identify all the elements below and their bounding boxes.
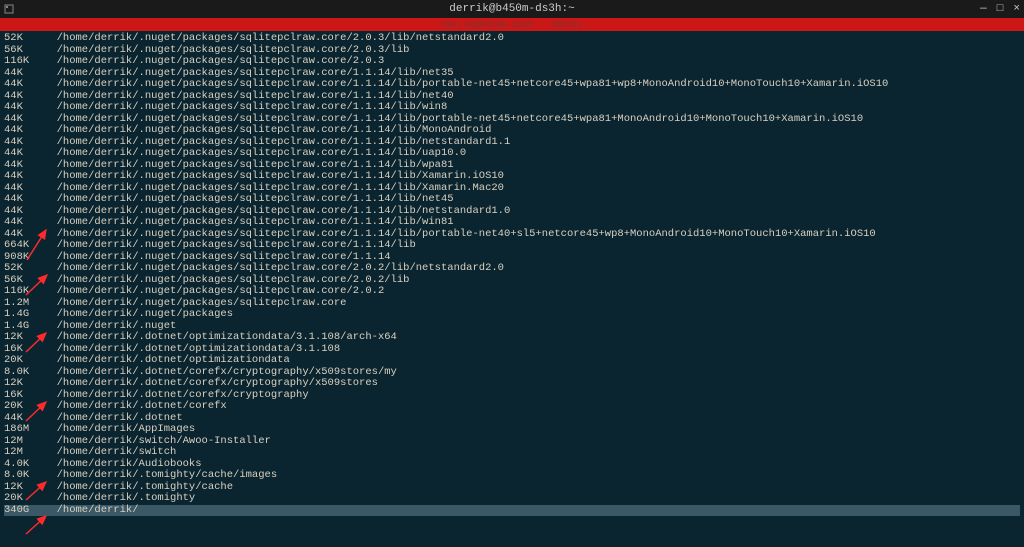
file-path: /home/derrik/.dotnet/corefx/cryptography… [44,366,397,378]
terminal-line: 20K /home/derrik/.tomighty [4,493,1020,505]
file-path: /home/derrik/.nuget/packages/sqlitepclra… [44,44,409,56]
titlebar-left [4,4,14,14]
file-path: /home/derrik/.nuget/packages/sqlitepclra… [44,101,447,113]
disk-size: 20K [4,355,44,367]
window-controls: — □ × [980,3,1020,15]
file-path: /home/derrik/.nuget/packages/sqlitepclra… [44,216,454,228]
disk-size: 12K [4,332,44,344]
disk-size: 116K [4,56,44,68]
terminal-line: 340G /home/derrik/ [4,505,1020,517]
terminal-output[interactable]: 52K /home/derrik/.nuget/packages/sqlitep… [0,31,1024,518]
disk-size: 116K [4,286,44,298]
tmux-status-text: derrik@b450m-ds3h - 190x51 [442,20,582,30]
file-path: /home/derrik/.dotnet/optimizationdata [44,354,290,366]
file-path: /home/derrik/.nuget/packages/sqlitepclra… [44,182,504,194]
file-path: /home/derrik/.nuget/packages/sqlitepclra… [44,55,384,67]
window-title: derrik@b450m-ds3h:~ [449,3,574,15]
file-path: /home/derrik/.nuget/packages/sqlitepclra… [44,274,409,286]
file-path: /home/derrik/.nuget/packages/sqlitepclra… [44,147,466,159]
file-path: /home/derrik/.nuget/packages/sqlitepclra… [44,124,491,136]
file-path: /home/derrik/.dotnet/corefx/cryptography [44,389,309,401]
disk-size: 12K [4,378,44,390]
file-path: /home/derrik/.tomighty/cache/images [44,469,277,481]
file-path: /home/derrik/.nuget/packages/sqlitepclra… [44,78,888,90]
disk-size: 44K [4,217,44,229]
file-path: /home/derrik/.nuget/packages/sqlitepclra… [44,170,504,182]
disk-size: 52K [4,263,44,275]
tmux-status-bar: derrik@b450m-ds3h - 190x51 [0,18,1024,31]
file-path: /home/derrik/ [44,504,139,516]
disk-size: 44K [4,171,44,183]
file-path: /home/derrik/.nuget/packages/sqlitepclra… [44,113,863,125]
disk-size: 52K [4,33,44,45]
file-path: /home/derrik/.nuget/packages [44,308,233,320]
maximize-button[interactable]: □ [997,3,1004,15]
disk-size: 44K [4,125,44,137]
disk-size: 44K [4,79,44,91]
close-button[interactable]: × [1013,3,1020,15]
disk-size: 8.0K [4,470,44,482]
annotation-arrow [26,516,46,534]
file-path: /home/derrik/.nuget/packages/sqlitepclra… [44,32,504,44]
file-path: /home/derrik/switch [44,446,176,458]
disk-size: 44K [4,194,44,206]
disk-size: 20K [4,401,44,413]
file-path: /home/derrik/switch/Awoo-Installer [44,435,271,447]
file-path: /home/derrik/.nuget/packages/sqlitepclra… [44,90,454,102]
minimize-button[interactable]: — [980,3,987,15]
file-path: /home/derrik/.nuget/packages/sqlitepclra… [44,136,510,148]
file-path: /home/derrik/.nuget/packages/sqlitepclra… [44,205,510,217]
file-path: /home/derrik/.nuget/packages/sqlitepclra… [44,193,454,205]
file-path: /home/derrik/.tomighty [44,492,195,504]
file-path: /home/derrik/.nuget/packages/sqlitepclra… [44,285,384,297]
file-path: /home/derrik/.tomighty/cache [44,481,233,493]
file-path: /home/derrik/.nuget/packages/sqlitepclra… [44,67,454,79]
disk-size: 44K [4,148,44,160]
window-titlebar: derrik@b450m-ds3h:~ — □ × [0,0,1024,18]
disk-size: 340G [4,505,44,517]
file-path: /home/derrik/AppImages [44,423,195,435]
file-path: /home/derrik/Audiobooks [44,458,202,470]
app-icon [4,4,14,14]
file-path: /home/derrik/.dotnet/optimizationdata/3.… [44,343,340,355]
disk-size: 12M [4,447,44,459]
file-path: /home/derrik/.nuget/packages/sqlitepclra… [44,239,416,251]
file-path: /home/derrik/.nuget/packages/sqlitepclra… [44,159,454,171]
file-path: /home/derrik/.nuget/packages/sqlitepclra… [44,262,504,274]
disk-size: 1.4G [4,309,44,321]
file-path: /home/derrik/.nuget/packages/sqlitepclra… [44,251,391,263]
file-path: /home/derrik/.dotnet [44,412,183,424]
disk-size: 20K [4,493,44,505]
file-path: /home/derrik/.nuget/packages/sqlitepclra… [44,297,346,309]
disk-size: 664K [4,240,44,252]
file-path: /home/derrik/.dotnet/corefx [44,400,227,412]
file-path: /home/derrik/.dotnet/corefx/cryptography… [44,377,378,389]
file-path: /home/derrik/.nuget [44,320,176,332]
disk-size: 186M [4,424,44,436]
disk-size: 44K [4,102,44,114]
file-path: /home/derrik/.dotnet/optimizationdata/3.… [44,331,397,343]
file-path: /home/derrik/.nuget/packages/sqlitepclra… [44,228,876,240]
